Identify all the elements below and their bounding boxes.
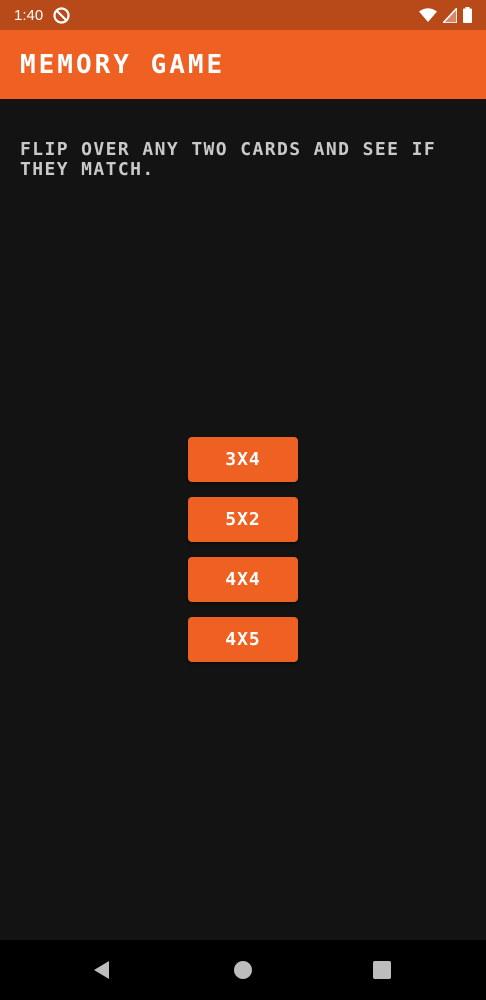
battery-icon: [463, 7, 472, 23]
grid-size-button-4x5[interactable]: 4X5: [188, 617, 298, 662]
status-bar: 1:40: [0, 0, 486, 30]
back-icon[interactable]: [90, 958, 114, 982]
grid-size-options: 3X4 5X2 4X4 4X5: [188, 437, 298, 677]
signal-icon: [443, 7, 457, 23]
home-icon[interactable]: [231, 958, 255, 982]
status-left: 1:40: [14, 7, 70, 24]
grid-size-button-4x4[interactable]: 4X4: [188, 557, 298, 602]
status-right: [419, 7, 472, 23]
do-not-disturb-icon: [53, 6, 70, 24]
screen: 1:40 MEMORY GAME FLIP OVER ANY TWO CARDS…: [0, 0, 486, 1000]
app-title: Memory Game: [20, 49, 226, 80]
wifi-icon: [419, 7, 437, 23]
grid-size-button-3x4[interactable]: 3X4: [188, 437, 298, 482]
status-time: 1:40: [14, 6, 44, 24]
navigation-bar: [0, 940, 486, 1000]
app-bar: Memory Game: [0, 30, 486, 99]
recents-icon[interactable]: [370, 958, 394, 982]
grid-size-button-5x2[interactable]: 5X2: [188, 497, 298, 542]
instructions-text: Flip over any two cards and see if they …: [20, 139, 437, 180]
